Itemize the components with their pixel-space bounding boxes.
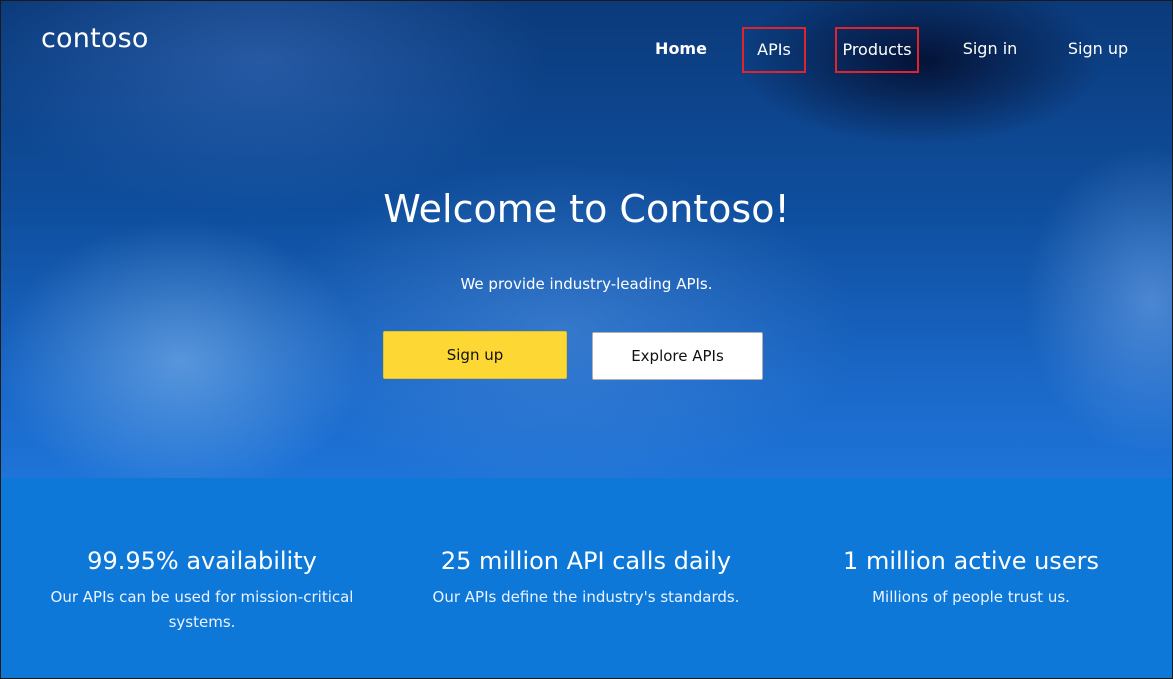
- nav-apis-link[interactable]: APIs: [742, 27, 806, 73]
- sign-up-button[interactable]: Sign up: [383, 331, 567, 379]
- nav-sign-in-link[interactable]: Sign in: [953, 35, 1027, 63]
- page-frame: contoso Home APIs Products Sign in Sign …: [0, 0, 1173, 679]
- hero-subtitle: We provide industry-leading APIs.: [460, 275, 713, 293]
- stat-description: Our APIs can be used for mission-critica…: [50, 588, 354, 631]
- hero-title: Welcome to Contoso!: [383, 187, 790, 231]
- stat-active-users: 1 million active users Millions of peopl…: [776, 545, 1166, 610]
- stat-description: Our APIs define the industry's standards…: [432, 588, 740, 606]
- stat-title: 99.95% availability: [87, 547, 317, 575]
- stat-availability: 99.95% availability Our APIs can be used…: [7, 545, 397, 635]
- top-navigation: Home APIs Products Sign in Sign up: [1, 1, 1172, 91]
- stat-title: 1 million active users: [843, 547, 1099, 575]
- nav-home-link[interactable]: Home: [647, 35, 715, 63]
- stat-title: 25 million API calls daily: [440, 547, 732, 575]
- stat-api-calls: 25 million API calls daily Our APIs defi…: [391, 545, 781, 610]
- nav-sign-up-link[interactable]: Sign up: [1059, 35, 1137, 63]
- stat-description: Millions of people trust us.: [872, 588, 1070, 606]
- explore-apis-button[interactable]: Explore APIs: [592, 332, 763, 380]
- nav-products-link[interactable]: Products: [835, 27, 919, 73]
